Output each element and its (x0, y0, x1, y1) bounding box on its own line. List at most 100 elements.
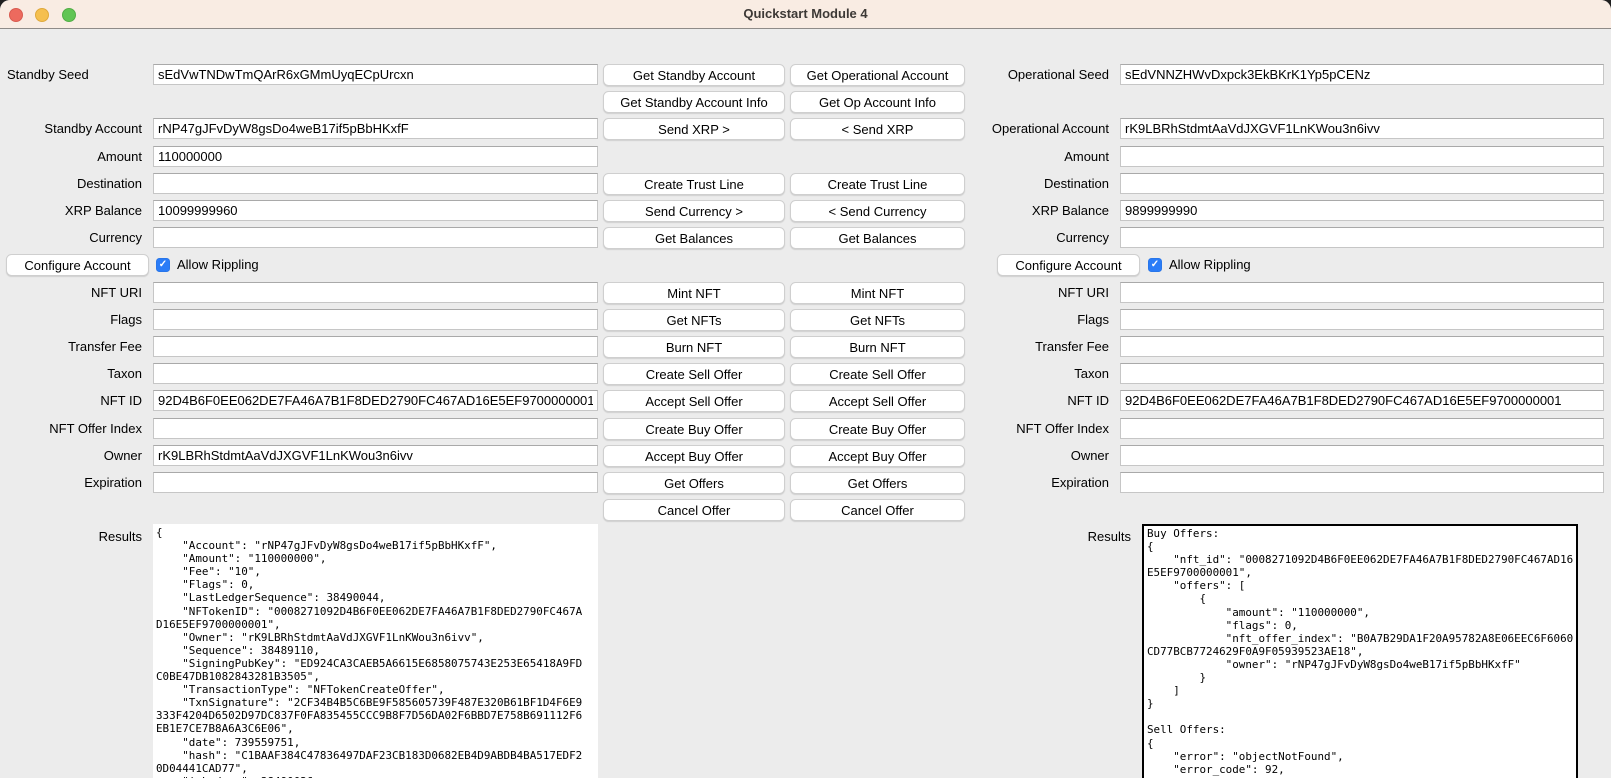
operational-field-label-taxon: Taxon (945, 363, 1115, 384)
operational-field-label-currency: Currency (945, 227, 1115, 248)
operational-taxon-input[interactable] (1120, 363, 1604, 384)
standby-field-label-expiration: Expiration (0, 472, 148, 493)
standby-nft-offer-index-input[interactable] (153, 418, 598, 439)
operational-expiration-input[interactable] (1120, 472, 1604, 493)
standby-accept-buy-offer-button[interactable]: Accept Buy Offer (603, 445, 785, 467)
standby-send-currency-button[interactable]: Send Currency > (603, 200, 785, 222)
operational-send-currency-button[interactable]: < Send Currency (790, 200, 965, 222)
operational-create-sell-offer-button[interactable]: Create Sell Offer (790, 363, 965, 385)
main-content: Standby Seed Standby Account Amount Destina… (0, 29, 1611, 778)
operational-configure-account-button[interactable]: Configure Account (997, 254, 1140, 276)
standby-field-label-nft-uri: NFT URI (0, 282, 148, 303)
operational-field-label-operational-account: Operational Account (945, 118, 1115, 139)
standby-field-label-currency: Currency (0, 227, 148, 248)
standby-standby-seed-input[interactable] (153, 64, 598, 85)
operational-field-label-nft-uri: NFT URI (945, 282, 1115, 303)
standby-get-offers-button[interactable]: Get Offers (603, 472, 785, 494)
operational-get-balances-button[interactable]: Get Balances (790, 227, 965, 249)
operational-operational-account-input[interactable] (1120, 118, 1604, 139)
operational-destination-input[interactable] (1120, 173, 1604, 194)
standby-owner-input[interactable] (153, 445, 598, 466)
operational-mint-nft-button[interactable]: Mint NFT (790, 282, 965, 304)
standby-create-sell-offer-button[interactable]: Create Sell Offer (603, 363, 785, 385)
standby-field-label-amount: Amount (0, 146, 148, 167)
operational-send-xrp-button[interactable]: < Send XRP (790, 118, 965, 140)
standby-configure-account-button[interactable]: Configure Account (6, 254, 149, 276)
operational-results-textarea[interactable]: Buy Offers: { "nft_id": "0008271092D4B6F… (1142, 524, 1578, 778)
standby-field-label-standby-seed: Standby Seed (0, 64, 148, 85)
operational-operational-seed-input[interactable] (1120, 64, 1604, 85)
operational-owner-input[interactable] (1120, 445, 1604, 466)
standby-field-label-owner: Owner (0, 445, 148, 466)
operational-field-label-nft-offer-index: NFT Offer Index (945, 418, 1115, 439)
standby-field-label-destination: Destination (0, 173, 148, 194)
standby-xrp-balance-input[interactable] (153, 200, 598, 221)
standby-standby-account-input[interactable] (153, 118, 598, 139)
titlebar[interactable]: Quickstart Module 4 (0, 0, 1611, 29)
operational-field-label-owner: Owner (945, 445, 1115, 466)
operational-field-label-transfer-fee: Transfer Fee (945, 336, 1115, 357)
standby-create-buy-offer-button[interactable]: Create Buy Offer (603, 418, 785, 440)
standby-results-label: Results (0, 526, 148, 547)
operational-cancel-offer-button[interactable]: Cancel Offer (790, 499, 965, 521)
app-window: Quickstart Module 4 Standby SeedStandby … (0, 0, 1611, 778)
standby-field-label-transfer-fee: Transfer Fee (0, 336, 148, 357)
standby-field-label-nft-offer-index: NFT Offer Index (0, 418, 148, 439)
standby-mint-nft-button[interactable]: Mint NFT (603, 282, 785, 304)
standby-field-label-taxon: Taxon (0, 363, 148, 384)
standby-burn-nft-button[interactable]: Burn NFT (603, 336, 785, 358)
standby-allow-rippling-checkbox[interactable]: ✓ (156, 258, 170, 272)
operational-field-label-operational-seed: Operational Seed (945, 64, 1115, 85)
standby-amount-input[interactable] (153, 146, 598, 167)
operational-field-label-amount: Amount (945, 146, 1115, 167)
operational-field-label-xrp-balance: XRP Balance (945, 200, 1115, 221)
operational-transfer-fee-input[interactable] (1120, 336, 1604, 357)
operational-amount-input[interactable] (1120, 146, 1604, 167)
standby-results-textarea[interactable]: { "Account": "rNP47gJFvDyW8gsDo4weB17if5… (153, 524, 598, 778)
operational-currency-input[interactable] (1120, 227, 1604, 248)
standby-taxon-input[interactable] (153, 363, 598, 384)
standby-create-trust-line-button[interactable]: Create Trust Line (603, 173, 785, 195)
operational-field-label-expiration: Expiration (945, 472, 1115, 493)
operational-get-nfts-button[interactable]: Get NFTs (790, 309, 965, 331)
standby-field-label-flags: Flags (0, 309, 148, 330)
standby-currency-input[interactable] (153, 227, 598, 248)
standby-accept-sell-offer-button[interactable]: Accept Sell Offer (603, 390, 785, 412)
standby-allow-rippling-label: Allow Rippling (177, 254, 259, 275)
standby-transfer-fee-input[interactable] (153, 336, 598, 357)
standby-flags-input[interactable] (153, 309, 598, 330)
operational-field-label-flags: Flags (945, 309, 1115, 330)
standby-get-standby-account-info-button[interactable]: Get Standby Account Info (603, 91, 785, 113)
operational-results-label: Results (990, 526, 1137, 547)
checkmark-icon: ✓ (156, 258, 170, 272)
operational-create-trust-line-button[interactable]: Create Trust Line (790, 173, 965, 195)
operational-allow-rippling-label: Allow Rippling (1169, 254, 1251, 275)
operational-accept-buy-offer-button[interactable]: Accept Buy Offer (790, 445, 965, 467)
operational-xrp-balance-input[interactable] (1120, 200, 1604, 221)
standby-get-nfts-button[interactable]: Get NFTs (603, 309, 785, 331)
operational-flags-input[interactable] (1120, 309, 1604, 330)
standby-nft-uri-input[interactable] (153, 282, 598, 303)
operational-nft-offer-index-input[interactable] (1120, 418, 1604, 439)
operational-burn-nft-button[interactable]: Burn NFT (790, 336, 965, 358)
standby-cancel-offer-button[interactable]: Cancel Offer (603, 499, 785, 521)
operational-get-operational-account-button[interactable]: Get Operational Account (790, 64, 965, 86)
window-title: Quickstart Module 4 (0, 0, 1611, 28)
standby-nft-id-input[interactable] (153, 390, 598, 411)
standby-get-balances-button[interactable]: Get Balances (603, 227, 785, 249)
operational-field-label-nft-id: NFT ID (945, 390, 1115, 411)
operational-nft-id-input[interactable] (1120, 390, 1604, 411)
checkmark-icon: ✓ (1148, 258, 1162, 272)
standby-field-label-standby-account: Standby Account (0, 118, 148, 139)
operational-create-buy-offer-button[interactable]: Create Buy Offer (790, 418, 965, 440)
operational-accept-sell-offer-button[interactable]: Accept Sell Offer (790, 390, 965, 412)
operational-get-offers-button[interactable]: Get Offers (790, 472, 965, 494)
operational-nft-uri-input[interactable] (1120, 282, 1604, 303)
operational-allow-rippling-checkbox[interactable]: ✓ (1148, 258, 1162, 272)
operational-field-label-destination: Destination (945, 173, 1115, 194)
standby-send-xrp-button[interactable]: Send XRP > (603, 118, 785, 140)
operational-get-op-account-info-button[interactable]: Get Op Account Info (790, 91, 965, 113)
standby-expiration-input[interactable] (153, 472, 598, 493)
standby-get-standby-account-button[interactable]: Get Standby Account (603, 64, 785, 86)
standby-destination-input[interactable] (153, 173, 598, 194)
